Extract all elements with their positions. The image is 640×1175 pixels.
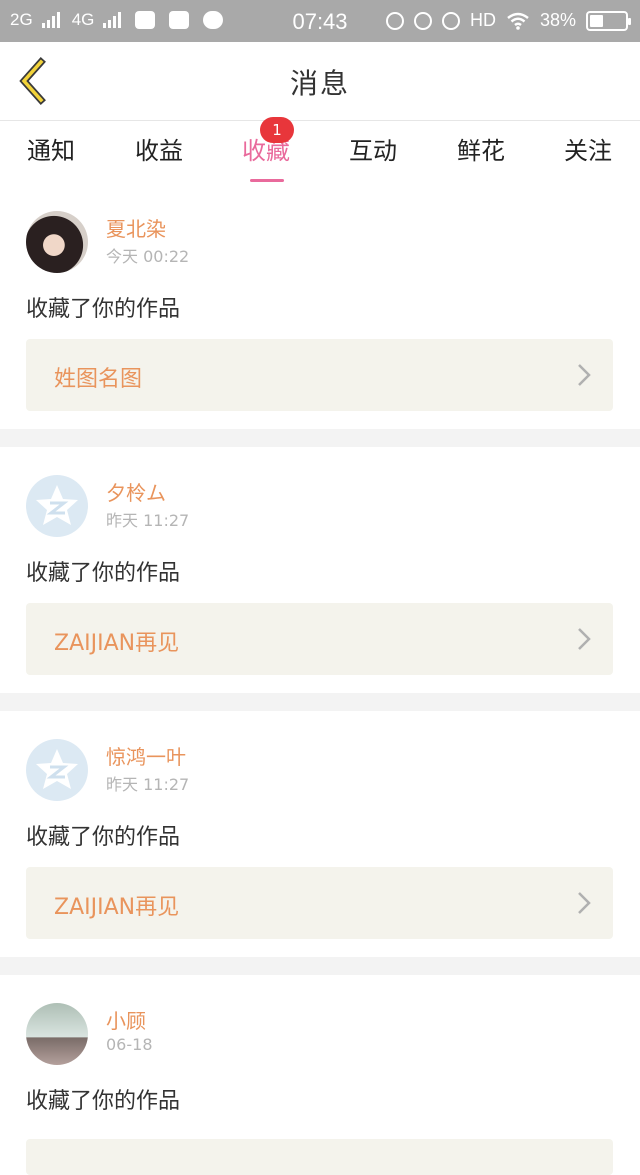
tab-following[interactable]: 关注 xyxy=(538,131,638,166)
chevron-right-icon xyxy=(578,364,591,386)
timestamp: 今天 00:22 xyxy=(106,247,190,266)
tab-favorites[interactable]: 收藏 1 xyxy=(216,117,316,182)
tab-earnings[interactable]: 收益 xyxy=(109,131,209,166)
rotation-lock-icon xyxy=(385,11,404,30)
username[interactable]: 夕柃ム xyxy=(106,477,166,506)
action-text: 收藏了你的作品 xyxy=(26,825,181,850)
work-title: ZAIJIAN再见 xyxy=(54,631,180,656)
list-item: 夏北染 今天 00:22 收藏了你的作品 姓图名图 xyxy=(0,183,640,429)
work-link[interactable]: ZAIJIAN再见 xyxy=(26,603,613,675)
action-text: 收藏了你的作品 xyxy=(26,561,181,586)
work-link[interactable]: 姓图名图 xyxy=(26,339,613,411)
tab-interactions[interactable]: 互动 xyxy=(323,131,423,166)
wifi-icon xyxy=(507,12,529,30)
timestamp: 昨天 11:27 xyxy=(106,511,190,530)
battery-icon xyxy=(586,10,631,31)
battery-fill xyxy=(590,14,603,27)
alarm-icon xyxy=(441,11,460,30)
avatar[interactable] xyxy=(26,739,88,801)
tab-bar: 通知 收益 收藏 1 互动 鲜花 关注 xyxy=(0,117,640,183)
tab-label: 互动 xyxy=(349,137,397,165)
tab-notice[interactable]: 通知 xyxy=(1,131,101,166)
battery-percent: 38% xyxy=(539,10,576,30)
username[interactable]: 夏北染 xyxy=(106,213,166,242)
qzone-star-icon xyxy=(36,749,78,789)
list-item: 小顾 06-18 收藏了你的作品 xyxy=(0,975,640,1175)
tab-label: 鲜花 xyxy=(457,137,505,165)
header: 消息 xyxy=(0,42,640,121)
divider xyxy=(0,693,640,711)
list-item: 夕柃ム 昨天 11:27 收藏了你的作品 ZAIJIAN再见 xyxy=(0,447,640,693)
username[interactable]: 小顾 xyxy=(106,1005,146,1034)
active-tab-indicator xyxy=(250,179,284,182)
status-bar: 2G 4G 07:43 HD 38% xyxy=(0,0,640,42)
hd-label: HD xyxy=(469,10,496,30)
work-title: ZAIJIAN再见 xyxy=(54,895,180,920)
message-list: 夏北染 今天 00:22 收藏了你的作品 姓图名图 夕柃ム 昨天 11:27 收… xyxy=(0,183,640,1175)
divider xyxy=(0,957,640,975)
work-link[interactable] xyxy=(26,1139,613,1175)
timestamp: 06-18 xyxy=(106,1035,153,1054)
chevron-right-icon xyxy=(578,892,591,914)
unread-badge: 1 xyxy=(260,117,294,143)
work-link[interactable]: ZAIJIAN再见 xyxy=(26,867,613,939)
mute-icon xyxy=(413,11,432,30)
work-title: 姓图名图 xyxy=(54,367,143,392)
action-text: 收藏了你的作品 xyxy=(26,1089,181,1114)
tab-label: 通知 xyxy=(27,137,75,165)
avatar[interactable] xyxy=(26,211,88,273)
tab-label: 收益 xyxy=(135,137,183,165)
timestamp: 昨天 11:27 xyxy=(106,775,190,794)
avatar[interactable] xyxy=(26,475,88,537)
username[interactable]: 惊鸿一叶 xyxy=(106,741,186,770)
page-title: 消息 xyxy=(289,67,350,100)
list-item: 惊鸿一叶 昨天 11:27 收藏了你的作品 ZAIJIAN再见 xyxy=(0,711,640,957)
chevron-right-icon xyxy=(578,628,591,650)
action-text: 收藏了你的作品 xyxy=(26,297,181,322)
status-right: HD 38% xyxy=(385,10,631,31)
qzone-star-icon xyxy=(36,485,78,525)
avatar[interactable] xyxy=(26,1003,88,1065)
divider xyxy=(0,429,640,447)
tab-flowers[interactable]: 鲜花 xyxy=(431,131,531,166)
tab-label: 关注 xyxy=(564,137,612,165)
